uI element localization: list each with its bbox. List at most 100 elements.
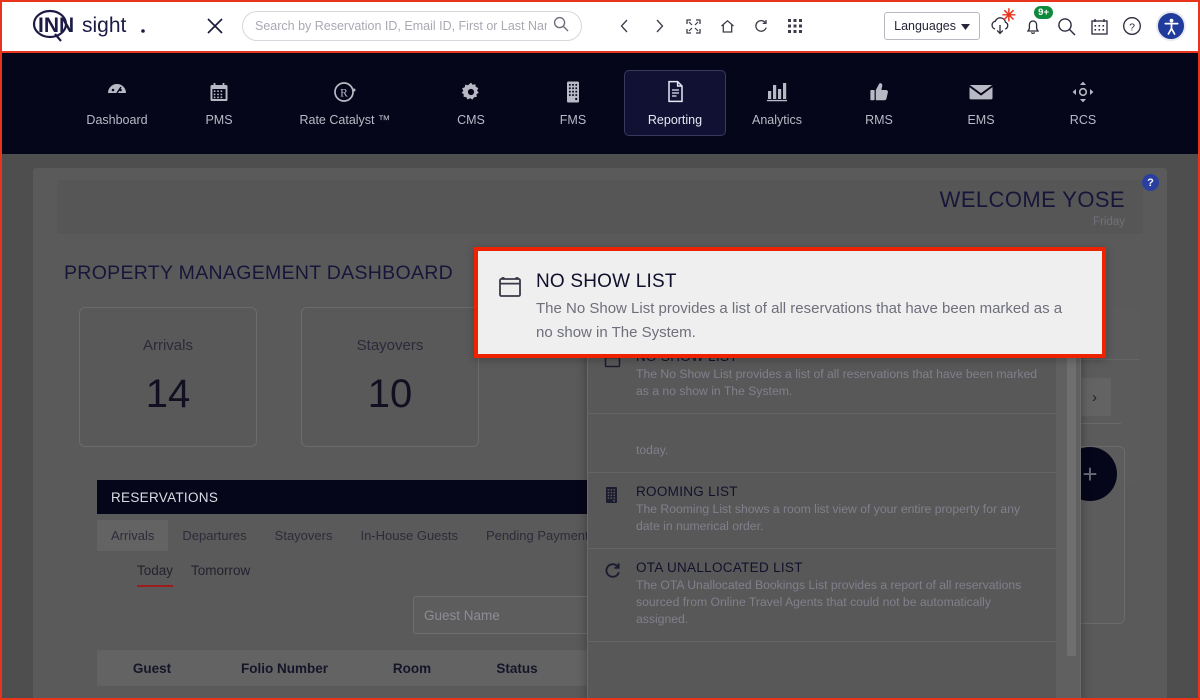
nav-label: FMS (559, 112, 587, 127)
column-room: Room (392, 660, 432, 676)
svg-text:R: R (340, 87, 348, 99)
nav-label: CMS (457, 112, 485, 127)
kpi-card-stayovers[interactable]: Stayovers 10 (301, 307, 479, 447)
calendar-icon[interactable] (1086, 13, 1112, 39)
building-icon (564, 80, 582, 104)
no-show-list-callout: NO SHOW LIST The No Show List provides a… (474, 247, 1106, 358)
dropdown-item-partial[interactable]: today. (588, 414, 1056, 473)
back-icon[interactable] (610, 11, 640, 41)
kpi-value: 10 (367, 372, 413, 416)
tab-arrivals[interactable]: Arrivals (97, 520, 169, 551)
kpi-value: 14 (145, 372, 191, 416)
dropdown-items: NO SHOW LIST The No Show List provides a… (588, 338, 1056, 700)
tab-in-house-guests[interactable]: In-House Guests (346, 520, 472, 551)
cloud-download-icon[interactable]: ✳ (987, 7, 1016, 39)
header-red-divider (0, 51, 1200, 53)
tab-departures[interactable]: Departures (168, 520, 260, 551)
list-icon (604, 440, 622, 459)
search-input[interactable] (255, 19, 547, 33)
notification-count-badge: 9+ (1034, 6, 1053, 19)
dropdown-item-desc: The No Show List provides a list of all … (636, 367, 1038, 398)
reservations-table-header: Guest Folio Number Room Status (97, 650, 625, 686)
nav-item-analytics[interactable]: Analytics (726, 70, 828, 136)
dropdown-scrollbar[interactable]: ▲ ▼ (1056, 338, 1080, 700)
welcome-title: WELCOME YOSE (939, 186, 1125, 212)
help-icon[interactable]: ? (1119, 13, 1145, 39)
dropdown-item-title: ROOMING LIST (636, 484, 738, 499)
nav-label: Reporting (647, 112, 703, 127)
languages-dropdown[interactable]: Languages (884, 12, 980, 40)
dropdown-item-desc: today. (636, 443, 669, 457)
tab-pending-payment[interactable]: Pending Payment (472, 520, 603, 551)
app-root: INN sight Search by Reservation ID, Emai… (0, 0, 1200, 700)
close-icon[interactable] (202, 13, 228, 39)
refresh-icon (604, 560, 622, 628)
nav-item-ems[interactable]: EMS (930, 70, 1032, 136)
nav-item-rate-catalyst[interactable]: R Rate Catalyst ™ (270, 70, 420, 136)
subtab-tomorrow[interactable]: Tomorrow (191, 563, 250, 585)
nav-label: Dashboard (86, 112, 148, 127)
nav-item-pms[interactable]: PMS (168, 70, 270, 136)
main-navigation: Dashboard PMS R Rate Catalyst ™ CMS FMS … (0, 52, 1200, 154)
search-icon[interactable] (553, 16, 569, 37)
nav-label: RMS (865, 112, 893, 127)
nav-item-fms[interactable]: FMS (522, 70, 624, 136)
forward-icon[interactable] (644, 11, 674, 41)
guest-name-search[interactable] (413, 596, 617, 634)
bell-icon[interactable]: 9+ (1020, 6, 1053, 39)
welcome-banner: WELCOME YOSE Friday (57, 180, 1143, 234)
reporting-dropdown-list: NO SHOW LIST The No Show List provides a… (587, 337, 1081, 700)
home-icon[interactable] (712, 11, 742, 41)
dropdown-item-desc: The OTA Unallocated Bookings List provid… (636, 578, 1022, 626)
calendar-icon (208, 80, 230, 104)
gauge-icon (105, 80, 129, 104)
browser-nav-icons (610, 11, 810, 41)
document-icon (666, 80, 685, 104)
calendar-icon (498, 271, 522, 354)
next-period-button[interactable]: › (1077, 378, 1111, 416)
search-icon[interactable] (1053, 13, 1079, 39)
kpi-card-arrivals[interactable]: Arrivals 14 (79, 307, 257, 447)
guest-name-input[interactable] (424, 607, 601, 623)
innsight-logo[interactable]: INN sight (28, 9, 178, 43)
chevron-down-icon (961, 19, 970, 33)
accessibility-icon[interactable] (1156, 11, 1186, 41)
nav-item-rms[interactable]: RMS (828, 70, 930, 136)
nav-label: Analytics (751, 112, 803, 127)
nav-item-cms[interactable]: CMS (420, 70, 522, 136)
nav-item-dashboard[interactable]: Dashboard (66, 70, 168, 136)
grid-apps-icon[interactable] (780, 11, 810, 41)
global-search[interactable] (242, 11, 582, 41)
svg-text:?: ? (1129, 21, 1135, 33)
column-guest: Guest (132, 660, 172, 676)
callout-description: The No Show List provides a list of all … (536, 300, 1063, 341)
svg-text:sight: sight (82, 14, 127, 37)
topbar-right-cluster: Languages ✳ 9+ ? (884, 6, 1186, 41)
subtab-today[interactable]: Today (137, 563, 174, 587)
bar-chart-icon (765, 80, 789, 104)
scrollbar-thumb[interactable] (1067, 356, 1076, 656)
thumbs-up-icon (868, 80, 890, 104)
nav-label: EMS (967, 112, 995, 127)
top-bar: INN sight Search by Reservation ID, Emai… (0, 0, 1200, 52)
nav-item-reporting[interactable]: Reporting (624, 70, 726, 136)
dropdown-item-ota-unallocated-list[interactable]: OTA UNALLOCATED LIST The OTA Unallocated… (588, 549, 1056, 642)
dropdown-item-title: OTA UNALLOCATED LIST (636, 560, 803, 575)
kpi-label: Stayovers (356, 337, 424, 354)
nav-item-rcs[interactable]: RCS (1032, 70, 1134, 136)
envelope-icon (968, 80, 994, 104)
expand-icon[interactable] (678, 11, 708, 41)
welcome-date: Friday (1093, 215, 1125, 228)
nav-label: PMS (205, 112, 233, 127)
rate-catalyst-icon: R (332, 80, 358, 104)
dropdown-item-rooming-list[interactable]: ROOMING LIST The Rooming List shows a ro… (588, 473, 1056, 549)
column-folio-number: Folio Number (241, 660, 328, 676)
callout-title: NO SHOW LIST (536, 271, 677, 292)
languages-label: Languages (894, 19, 956, 33)
kpi-label: Arrivals (142, 337, 193, 354)
nav-label: RCS (1069, 112, 1097, 127)
refresh-icon[interactable] (746, 11, 776, 41)
crosshair-icon (1071, 80, 1095, 104)
help-icon[interactable]: ? (1142, 174, 1159, 191)
tab-stayovers[interactable]: Stayovers (261, 520, 347, 551)
